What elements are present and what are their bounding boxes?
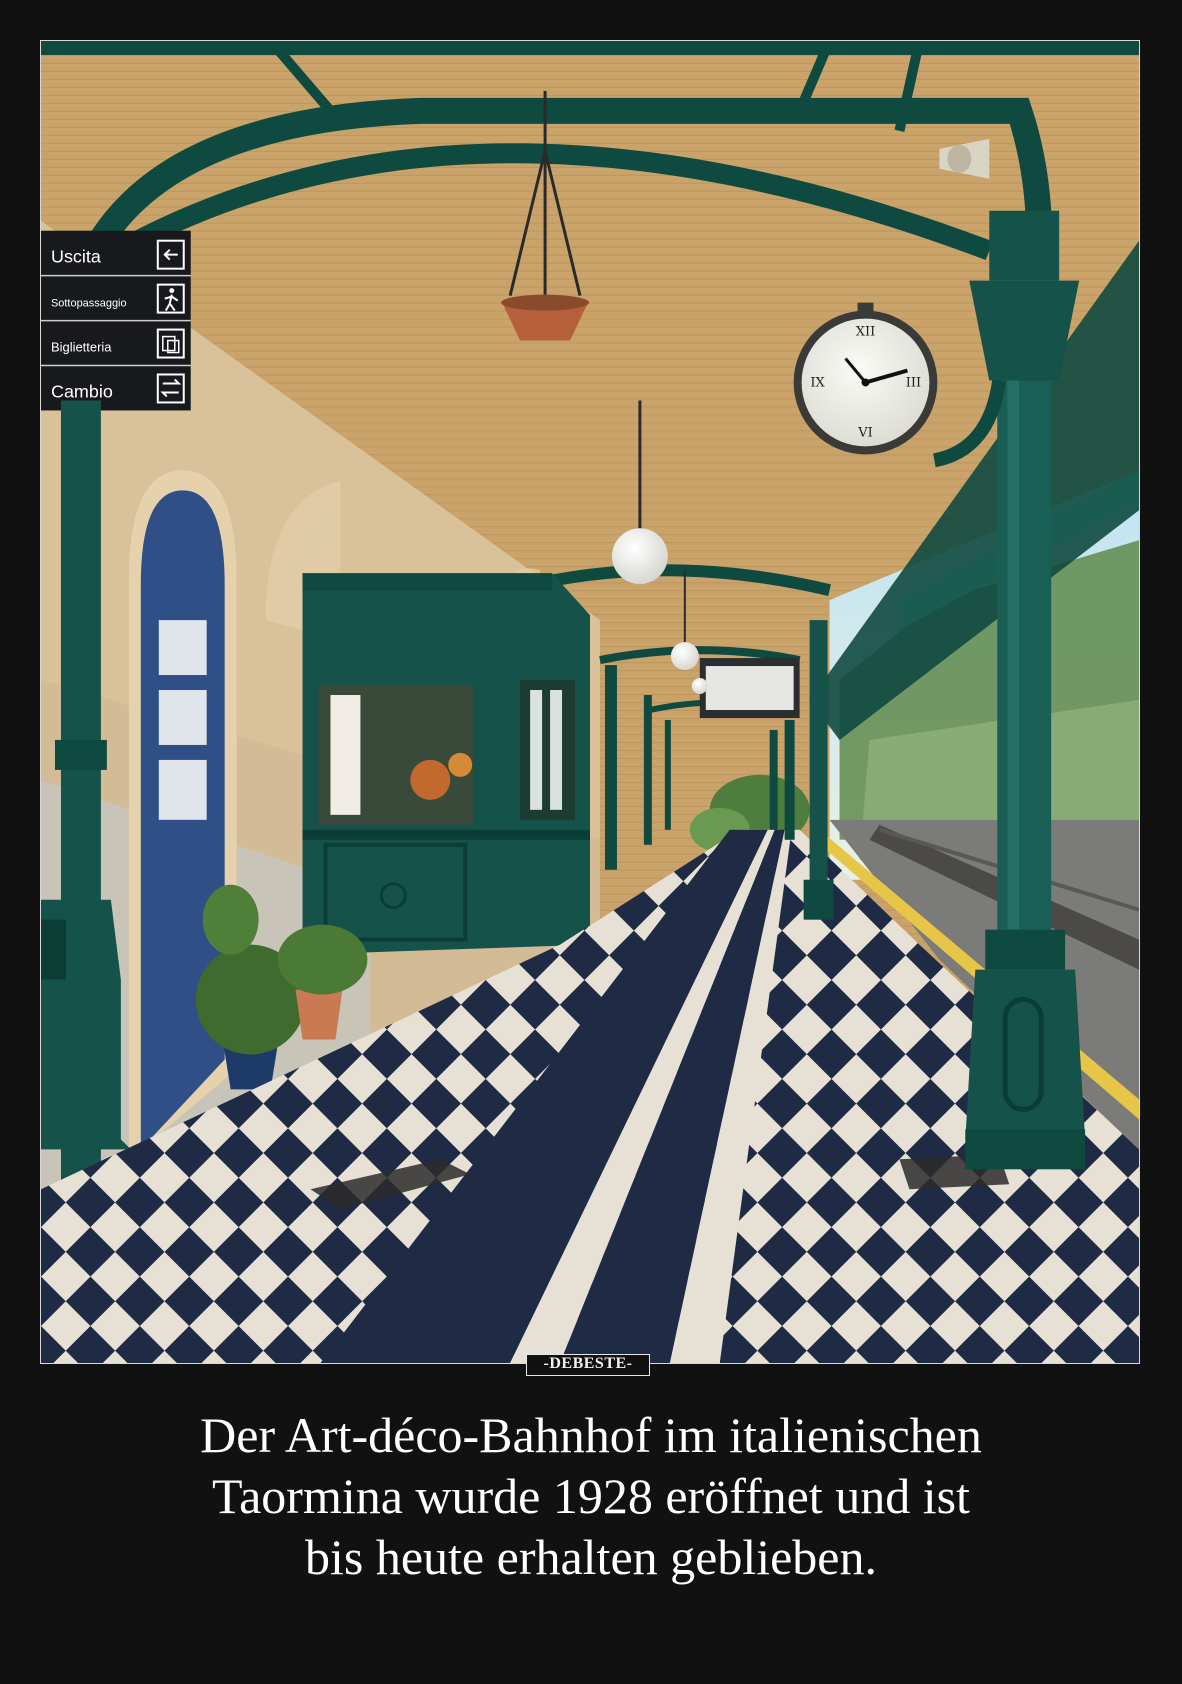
station-sign-board: Uscita Sottopassaggio Biglietteria Cambi… bbox=[41, 230, 191, 411]
newsstand-kiosk bbox=[302, 573, 590, 955]
station-photo: Uscita Sottopassaggio Biglietteria Cambi… bbox=[40, 40, 1140, 1364]
sign-ticket-office-label: Biglietteria bbox=[51, 340, 112, 355]
watermark-logo: -DEBESTE- bbox=[526, 1354, 650, 1376]
caption: Der Art-déco-Bahnhof im italienischen Ta… bbox=[60, 1405, 1122, 1588]
svg-text:III: III bbox=[906, 375, 921, 390]
svg-text:VI: VI bbox=[857, 425, 872, 440]
sign-exit-label: Uscita bbox=[51, 247, 101, 267]
caption-line-1: Der Art-déco-Bahnhof im italienischen bbox=[200, 1407, 982, 1463]
sign-underpass-label: Sottopassaggio bbox=[51, 298, 127, 310]
svg-text:IX: IX bbox=[810, 375, 825, 390]
sign-exchange-label: Cambio bbox=[51, 381, 113, 401]
caption-line-2: Taormina wurde 1928 eröffnet und ist bbox=[212, 1468, 970, 1524]
svg-text:XII: XII bbox=[856, 325, 875, 340]
departure-board bbox=[699, 658, 800, 718]
caption-line-3: bis heute erhalten geblieben. bbox=[305, 1529, 877, 1585]
